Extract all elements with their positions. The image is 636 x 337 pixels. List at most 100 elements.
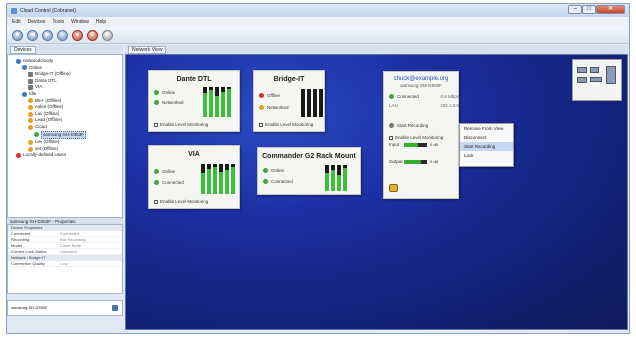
tree-node[interactable]: Lav (Offline)	[10, 111, 120, 118]
property-value: Unlocked	[60, 249, 77, 254]
online-dot-icon	[154, 90, 159, 95]
tree-node[interactable]: Lev (Offline)	[10, 139, 120, 146]
level-meter-bar	[221, 87, 225, 117]
level-meter-bar	[301, 89, 305, 117]
tree-node-label: Idle	[29, 90, 37, 96]
node-status-icon	[28, 71, 33, 77]
tree-node[interactable]: Aslen (Offline)	[10, 104, 120, 111]
network-canvas[interactable]: Dante DTL Online Networked Enable Level …	[125, 54, 628, 330]
status-text: samsung-SH-D353F	[11, 305, 48, 310]
devices-tabstrip: Devices	[7, 45, 123, 54]
tree-node[interactable]: set (Offline)	[10, 146, 120, 153]
device-card-commander-g2[interactable]: Commander G2 Rack Mount Online Connected	[257, 147, 361, 195]
toolbar: ■ ◀ ▶ ↻ ● ⊘ ⚙	[7, 27, 629, 44]
tree-node[interactable]: Online	[10, 65, 120, 72]
tree-node[interactable]: Locally-defined Users	[10, 152, 120, 159]
tree-node[interactable]: samsung-SH-D353F	[10, 130, 120, 140]
property-value: Low	[60, 261, 68, 266]
level-monitoring-checkbox[interactable]: Enable Level Monitoring	[154, 199, 208, 204]
menu-item-disconnect[interactable]: Disconnect	[460, 133, 513, 142]
minimap[interactable]	[572, 59, 622, 101]
property-value: Cloud Node	[60, 243, 82, 248]
node-status-icon	[28, 139, 33, 145]
menu-tools[interactable]: Tools	[52, 19, 64, 25]
tab-network-view[interactable]: Network View	[128, 45, 167, 54]
menu-window[interactable]: Window	[71, 19, 89, 25]
user-card-chuck[interactable]: chuck@example.org samsung-SM-G930F Conne…	[383, 71, 459, 199]
user-status-connected: Connected 0.9 Mbps	[389, 94, 459, 99]
start-recording-row[interactable]: Start Recording	[389, 123, 428, 128]
device-status-online: Online	[154, 169, 175, 174]
minimap-node	[606, 66, 616, 84]
menu-item-start-recording[interactable]: Start Recording	[460, 142, 513, 151]
level-meter-bar	[319, 89, 323, 117]
back-icon[interactable]: ◀	[27, 29, 38, 41]
tree-node[interactable]: Bln+ (Offline)	[10, 98, 120, 105]
tree-node[interactable]: Bridge-IT (Offline)	[10, 71, 120, 78]
device-status-networked: Networked	[154, 100, 184, 105]
online-dot-icon	[263, 168, 268, 173]
level-meter-bar	[337, 165, 341, 191]
tree-node[interactable]: Cloud	[10, 124, 120, 131]
menu-item-remove[interactable]: Remove From View	[460, 124, 513, 133]
input-level-slider[interactable]	[404, 143, 427, 147]
level-meter-bar	[331, 165, 335, 191]
tree-node[interactable]: Lead (Offline)	[10, 117, 120, 124]
tree-node[interactable]: redwoodcloudy	[10, 58, 120, 65]
property-key: Recording	[11, 237, 30, 242]
tab-devices[interactable]: Devices	[10, 45, 36, 54]
connected-dot-icon	[263, 179, 268, 184]
input-level-row: Input	[389, 142, 400, 147]
minimap-node	[590, 77, 602, 82]
minimap-node	[577, 67, 587, 73]
property-row: Connection Quality Low	[8, 261, 122, 267]
menu-devices[interactable]: Devices	[28, 19, 46, 25]
menu-item-lock[interactable]: Lock	[460, 151, 513, 160]
tree-node-label: Cloud	[35, 123, 47, 129]
device-card-via[interactable]: VIA Online Connected Enable Level Monito…	[148, 145, 240, 209]
level-meter-bar	[225, 164, 229, 194]
minimap-node	[590, 67, 599, 73]
level-meter-bar	[219, 164, 223, 194]
menu-help[interactable]: Help	[96, 19, 106, 25]
device-card-bridge-it[interactable]: Bridge-IT Offline Networked Enable Level…	[253, 70, 325, 132]
device-status-online: Online	[154, 90, 175, 95]
connect-icon[interactable]: ●	[72, 29, 83, 41]
node-status-icon	[16, 153, 21, 159]
property-key: Connected	[11, 231, 31, 236]
close-button[interactable]: ✕	[596, 5, 625, 14]
maximize-button[interactable]: □	[582, 5, 596, 14]
input-db-value: 0 dB	[430, 142, 439, 147]
forward-icon[interactable]: ▶	[42, 29, 53, 41]
menu-edit[interactable]: Edit	[12, 19, 21, 25]
device-card-title: Dante DTL	[176, 76, 212, 83]
user-level-monitoring-checkbox[interactable]: Enable Level Monitoring	[389, 135, 443, 140]
refresh-icon[interactable]: ↻	[57, 29, 68, 41]
property-value: Not Recording	[60, 237, 86, 242]
node-status-icon	[22, 91, 27, 97]
tree-node[interactable]: VIA	[10, 84, 120, 91]
level-monitoring-checkbox[interactable]: Enable Level Monitoring	[259, 122, 313, 127]
tree-node[interactable]: Idle	[10, 91, 120, 98]
device-card-title: Commander G2 Rack Mount	[262, 153, 356, 160]
record-icon	[389, 123, 394, 128]
level-meter-bar	[207, 164, 211, 194]
context-menu: Remove From View Disconnect Start Record…	[459, 123, 514, 167]
node-status-icon	[28, 146, 33, 152]
settings-icon[interactable]: ⚙	[102, 29, 113, 41]
minimize-button[interactable]: –	[568, 5, 582, 14]
device-status-offline: Offline	[259, 93, 280, 98]
node-status-icon	[34, 132, 39, 138]
networked-dot-icon	[154, 100, 159, 105]
output-level-slider[interactable]	[404, 160, 427, 164]
disconnect-icon[interactable]: ⊘	[87, 29, 98, 41]
tree-node-label: Lead (Offline)	[35, 117, 63, 123]
device-card-dante-dtl[interactable]: Dante DTL Online Networked Enable Level …	[148, 70, 240, 132]
connected-dot-icon	[389, 94, 394, 99]
connected-dot-icon	[154, 180, 159, 185]
status-icon[interactable]	[112, 305, 118, 311]
tree-node[interactable]: Dante DTL	[10, 78, 120, 85]
stop-icon[interactable]: ■	[12, 29, 23, 41]
level-monitoring-checkbox[interactable]: Enable Level Monitoring	[154, 122, 208, 127]
lock-icon[interactable]	[389, 184, 398, 192]
